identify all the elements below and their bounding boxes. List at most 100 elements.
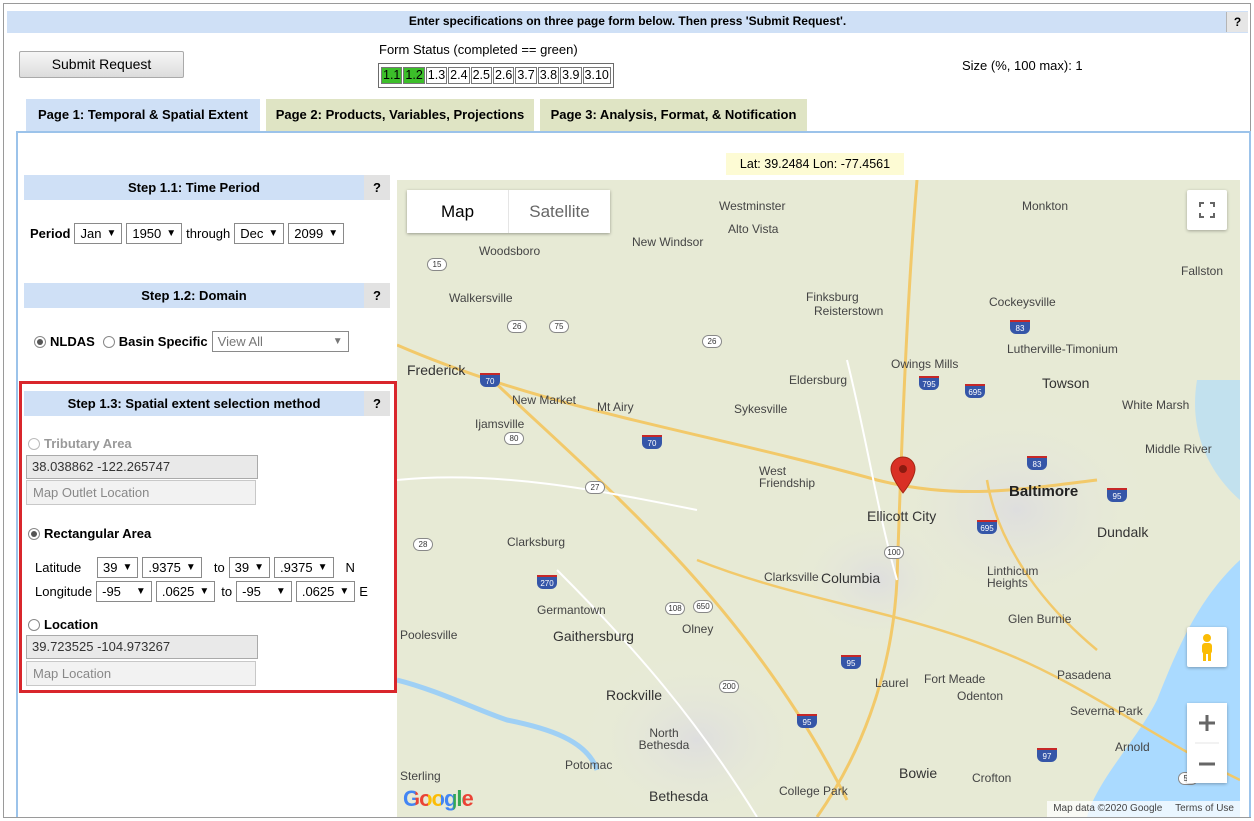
map-attribution: Map data ©2020 Google Terms of Use bbox=[1047, 801, 1240, 817]
route-shield-icon: 80 bbox=[504, 432, 524, 445]
form-status-box: 2.6 bbox=[492, 67, 515, 84]
tributary-radio[interactable] bbox=[28, 437, 40, 450]
map-marker-icon[interactable] bbox=[890, 456, 916, 494]
form-status-box: 1.2 bbox=[403, 67, 425, 84]
lat-dir-label: N bbox=[345, 560, 355, 575]
latitude-label: Latitude bbox=[35, 560, 82, 575]
nldas-radio[interactable] bbox=[34, 335, 46, 348]
rectangular-radio[interactable] bbox=[28, 527, 40, 540]
interstate-shield-icon: 83 bbox=[1027, 456, 1047, 470]
form-status-box: 3.10 bbox=[582, 67, 611, 84]
place-fort-meade: Fort Meade bbox=[924, 672, 986, 686]
place-poolesville: Poolesville bbox=[400, 628, 458, 642]
tab-page-3[interactable]: Page 3: Analysis, Format, & Notification bbox=[540, 99, 807, 131]
step-1-1-help-button[interactable]: ? bbox=[364, 175, 390, 200]
tributary-coords-field[interactable]: 38.038862 -122.265747 bbox=[26, 455, 258, 479]
longitude-row: Longitude -95 ▼ .0625 ▼ to -95 ▼ .0625 ▼ E bbox=[35, 581, 368, 602]
header-help-button[interactable]: ? bbox=[1226, 12, 1248, 32]
lat-to-frac-select[interactable]: .9375 ▼ bbox=[274, 557, 334, 578]
place-cockeysville: Cockeysville bbox=[989, 295, 1056, 309]
step-1-2-header: Step 1.2: Domain ? bbox=[24, 283, 390, 308]
place-bowie: Bowie bbox=[899, 765, 938, 781]
terms-of-use-link[interactable]: Terms of Use bbox=[1175, 803, 1234, 814]
interstate-shield-icon: 270 bbox=[537, 575, 557, 589]
pegman-icon[interactable] bbox=[1187, 627, 1227, 667]
location-radio[interactable] bbox=[28, 618, 40, 631]
lat-to-label: to bbox=[213, 560, 225, 575]
lon-from-deg-select[interactable]: -95 ▼ bbox=[96, 581, 152, 602]
interstate-shield-icon: 795 bbox=[919, 376, 939, 390]
map-type-satellite-button[interactable]: Satellite bbox=[508, 190, 610, 233]
map-canvas[interactable]: Baltimore Ellicott City Columbia Frederi… bbox=[397, 180, 1240, 817]
place-mt-airy: Mt Airy bbox=[597, 400, 634, 414]
end-month-select[interactable]: Dec ▼ bbox=[234, 223, 285, 244]
route-shield-icon: 100 bbox=[884, 546, 904, 559]
interstate-shield-icon: 95 bbox=[841, 655, 861, 669]
lat-from-deg-select[interactable]: 39 ▼ bbox=[97, 557, 139, 578]
header-bar: Enter specifications on three page form … bbox=[7, 11, 1248, 33]
zoom-in-icon[interactable] bbox=[1187, 703, 1227, 743]
step-1-1-title: Step 1.1: Time Period bbox=[128, 180, 260, 195]
route-shield-icon: 15 bbox=[427, 258, 447, 271]
period-row: Period Jan ▼ 1950 ▼ through Dec ▼ 2099 ▼ bbox=[30, 223, 345, 244]
lat-from-frac-select[interactable]: .9375 ▼ bbox=[142, 557, 202, 578]
step-1-1-header: Step 1.1: Time Period ? bbox=[24, 175, 390, 200]
place-owings-mills: Owings Mills bbox=[891, 357, 959, 371]
map-type-map-button[interactable]: Map bbox=[407, 190, 508, 233]
lat-to-deg-select[interactable]: 39 ▼ bbox=[228, 557, 271, 578]
form-status-label: Form Status (completed == green) bbox=[379, 42, 578, 57]
location-coords-field[interactable]: 39.723525 -104.973267 bbox=[26, 635, 258, 659]
rectangular-row: Rectangular Area bbox=[28, 526, 151, 541]
start-year-select[interactable]: 1950 ▼ bbox=[126, 223, 183, 244]
route-shield-icon: 75 bbox=[549, 320, 569, 333]
start-month-select[interactable]: Jan ▼ bbox=[74, 223, 123, 244]
map-location-button[interactable]: Map Location bbox=[26, 661, 256, 686]
place-dundalk: Dundalk bbox=[1097, 524, 1149, 540]
place-reisterstown: Reisterstown bbox=[814, 304, 884, 318]
place-germantown: Germantown bbox=[537, 603, 606, 617]
place-ijamsville: Ijamsville bbox=[475, 417, 525, 431]
basin-select[interactable]: View All ▼ bbox=[211, 331, 349, 352]
lon-to-deg-select[interactable]: -95 ▼ bbox=[236, 581, 292, 602]
longitude-label: Longitude bbox=[35, 584, 93, 599]
interstate-shield-icon: 70 bbox=[480, 373, 500, 387]
tab-page-2[interactable]: Page 2: Products, Variables, Projections bbox=[266, 99, 534, 131]
place-ellicott-city: Ellicott City bbox=[867, 508, 937, 524]
map-outlet-location-button[interactable]: Map Outlet Location bbox=[26, 480, 256, 505]
place-lutherville-timonium: Lutherville-Timonium bbox=[1007, 342, 1118, 356]
submit-request-button[interactable]: Submit Request bbox=[19, 51, 184, 78]
tab-page-1[interactable]: Page 1: Temporal & Spatial Extent bbox=[26, 99, 260, 131]
step-1-3-header: Step 1.3: Spatial extent selection metho… bbox=[24, 391, 390, 416]
place-monkton: Monkton bbox=[1022, 199, 1069, 213]
form-status-box: 1.3 bbox=[425, 67, 448, 84]
place-woodsboro: Woodsboro bbox=[479, 244, 541, 258]
step-1-2-title: Step 1.2: Domain bbox=[141, 288, 247, 303]
place-olney: Olney bbox=[682, 622, 714, 636]
step-1-3-title: Step 1.3: Spatial extent selection metho… bbox=[67, 396, 321, 411]
route-shield-icon: 27 bbox=[585, 481, 605, 494]
lon-from-frac-select[interactable]: .0625 ▼ bbox=[155, 581, 216, 602]
nldas-label: NLDAS bbox=[50, 334, 95, 349]
end-year-select[interactable]: 2099 ▼ bbox=[288, 223, 345, 244]
place-sykesville: Sykesville bbox=[734, 402, 788, 416]
step-1-2-help-button[interactable]: ? bbox=[364, 283, 390, 308]
place-alto-vista: Alto Vista bbox=[728, 222, 779, 236]
size-readout: Size (%, 100 max): 1 bbox=[962, 58, 1083, 73]
form-status-box: 3.7 bbox=[515, 67, 537, 84]
place-westminster: Westminster bbox=[719, 199, 786, 213]
zoom-out-icon[interactable] bbox=[1187, 744, 1227, 783]
lon-to-frac-select[interactable]: .0625 ▼ bbox=[295, 581, 356, 602]
route-shield-icon: 28 bbox=[413, 538, 433, 551]
place-gaithersburg: Gaithersburg bbox=[553, 628, 634, 644]
step-1-3-help-button[interactable]: ? bbox=[364, 391, 390, 416]
interstate-shield-icon: 70 bbox=[642, 435, 662, 449]
place-clarksburg: Clarksburg bbox=[507, 535, 566, 549]
google-logo: Google bbox=[403, 786, 474, 811]
place-frederick: Frederick bbox=[407, 362, 466, 378]
place-laurel: Laurel bbox=[875, 676, 909, 690]
fullscreen-icon[interactable] bbox=[1187, 190, 1227, 230]
basin-specific-radio[interactable] bbox=[102, 335, 115, 348]
route-shield-icon: 26 bbox=[702, 335, 722, 348]
lon-dir-label: E bbox=[359, 584, 368, 599]
form-status-box: 2.4 bbox=[448, 67, 470, 84]
